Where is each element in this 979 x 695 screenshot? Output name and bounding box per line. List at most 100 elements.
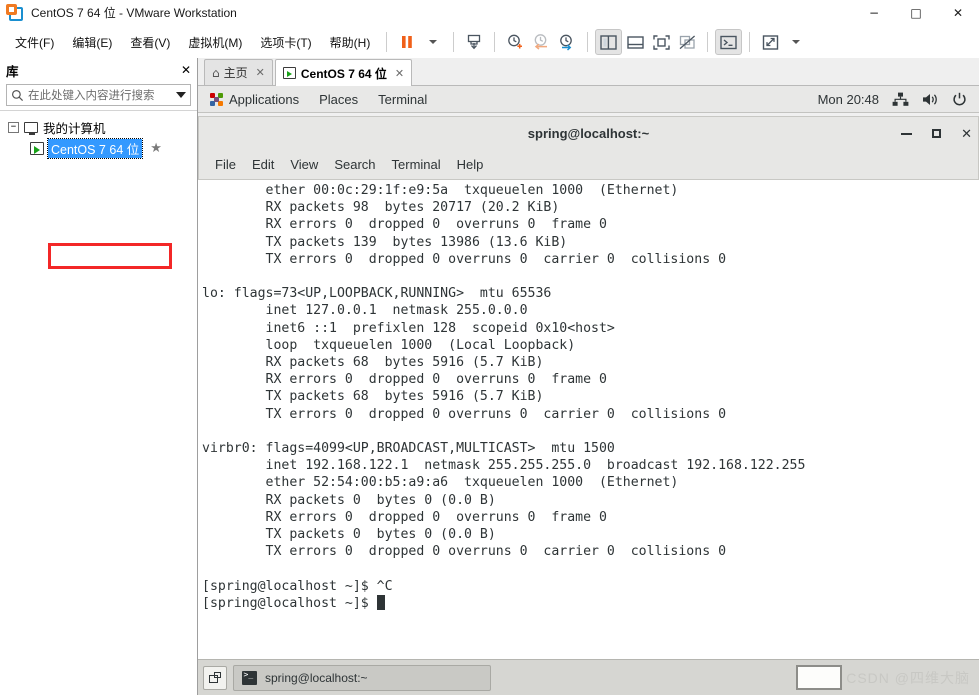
snapshot-manager-button[interactable] (554, 29, 580, 55)
title-bar: CentOS 7 64 位 - VMware Workstation − □ ✕ (0, 0, 979, 26)
terminal-menu-edit[interactable]: Edit (244, 157, 282, 172)
pause-icon (402, 36, 413, 48)
toolbar-separator (453, 32, 455, 52)
library-title: 库 (6, 64, 19, 79)
library-sidebar: 库 ✕ 在此处键入内容进行搜索 − 我的计算机 CentOS 7 64 位 ★ (0, 58, 198, 695)
console-view-button[interactable] (715, 29, 743, 55)
close-icon[interactable]: ✕ (256, 66, 265, 79)
terminal-menu-view[interactable]: View (282, 157, 326, 172)
stretch-dropdown[interactable] (783, 29, 809, 55)
panel-terminal-label[interactable]: Terminal (368, 92, 437, 107)
terminal-title-bar: spring@localhost:~ ✕ (198, 116, 979, 150)
snapshot-button[interactable] (461, 29, 487, 55)
menu-file[interactable]: 文件(F) (6, 30, 63, 55)
show-library-button[interactable] (595, 29, 623, 55)
clock-back-icon (534, 34, 548, 50)
menu-edit[interactable]: 编辑(E) (63, 30, 121, 55)
sidebar-panel-icon (600, 34, 618, 50)
vm-icon (282, 67, 296, 79)
workspace-switcher-icon[interactable] (203, 665, 227, 690)
console-prompt-icon (720, 35, 738, 49)
stretch-guest-button[interactable] (757, 29, 783, 55)
applications-icon (210, 92, 223, 106)
window-title: CentOS 7 64 位 - VMware Workstation (31, 6, 237, 20)
terminal-maximize-button[interactable] (932, 129, 942, 138)
revert-snapshot-button[interactable] (528, 29, 554, 55)
tab-strip: ⌂ 主页 ✕ CentOS 7 64 位 ✕ (198, 58, 979, 86)
terminal-menu-file[interactable]: File (207, 157, 244, 172)
vm-tree: − 我的计算机 CentOS 7 64 位 ★ (0, 110, 197, 695)
maximize-button[interactable]: □ (895, 0, 937, 26)
close-icon[interactable]: ✕ (181, 63, 191, 77)
tab-label: 主页 (223, 66, 248, 80)
clock-plus-icon (508, 34, 523, 49)
volume-icon (923, 93, 937, 105)
toolbar-separator (749, 32, 751, 52)
terminal-output-area[interactable]: ether 00:0c:29:1f:e9:5a txqueuelen 1000 … (198, 180, 979, 659)
menu-vm[interactable]: 虚拟机(M) (179, 30, 251, 55)
tab-centos[interactable]: CentOS 7 64 位 ✕ (274, 59, 413, 86)
toolbar-separator (707, 32, 709, 52)
tab-home[interactable]: ⌂ 主页 ✕ (204, 59, 273, 85)
pause-button[interactable] (394, 29, 420, 55)
close-icon[interactable]: ✕ (395, 67, 404, 80)
tree-node-label: 我的计算机 (43, 122, 106, 136)
stretch-arrows-icon (762, 34, 779, 50)
expander-icon[interactable]: − (8, 122, 19, 133)
clock-manage-icon (560, 34, 573, 51)
terminal-menu-bar: File Edit View Search Terminal Help (198, 150, 979, 180)
power-icon (953, 92, 966, 105)
unity-mode-icon (679, 35, 695, 49)
search-placeholder: 在此处键入内容进行搜索 (28, 90, 155, 102)
panel-applications-menu[interactable]: Applications (206, 92, 309, 107)
menu-help[interactable]: 帮助(H) (321, 30, 380, 55)
thumbnail-bar-icon (627, 35, 644, 49)
taskbar-window-button[interactable]: spring@localhost:~ (233, 664, 491, 691)
taskbar-right-area: CSDN @四维大脑 (796, 665, 974, 690)
menu-view[interactable]: 查看(V) (121, 30, 179, 55)
close-button[interactable]: ✕ (937, 0, 979, 26)
toolbar-separator (386, 32, 388, 52)
panel-places-menu[interactable]: Places (309, 92, 368, 107)
tree-node-label: CentOS 7 64 位 (46, 138, 144, 159)
library-header: 库 ✕ (0, 58, 197, 82)
home-icon: ⌂ (212, 65, 220, 80)
take-snapshot-button[interactable] (502, 29, 528, 55)
terminal-close-button[interactable]: ✕ (961, 126, 972, 142)
terminal-menu-terminal[interactable]: Terminal (384, 157, 449, 172)
chevron-down-icon (429, 40, 438, 44)
fullscreen-icon (653, 34, 670, 50)
show-thumbnails-button[interactable] (622, 29, 648, 55)
panel-applications-label: Applications (229, 91, 300, 107)
vm-icon (30, 142, 44, 155)
terminal-menu-help[interactable]: Help (449, 157, 492, 172)
menu-toolbar: 文件(F) 编辑(E) 查看(V) 虚拟机(M) 选项卡(T) 帮助(H) (0, 26, 979, 58)
fullscreen-button[interactable] (648, 29, 674, 55)
chevron-down-icon[interactable] (176, 92, 186, 98)
panel-status-area: Mon 20:48 (818, 92, 971, 107)
chevron-down-icon (792, 40, 801, 44)
workspace-preview[interactable] (796, 665, 843, 690)
terminal-minimize-button[interactable] (901, 132, 913, 135)
panel-clock[interactable]: Mon 20:48 (818, 92, 879, 107)
network-icon (892, 92, 909, 106)
annotation-highlight-box (48, 243, 172, 269)
unity-mode-button[interactable] (674, 29, 700, 55)
terminal-menu-search[interactable]: Search (326, 157, 383, 172)
terminal-window-controls: ✕ (901, 126, 978, 142)
minimize-button[interactable]: − (853, 0, 895, 26)
terminal-title: spring@localhost:~ (527, 126, 650, 141)
tree-node-my-computer[interactable]: − 我的计算机 (0, 117, 197, 138)
window-controls: − □ ✕ (853, 0, 979, 26)
favorite-star-icon[interactable]: ★ (150, 141, 162, 156)
terminal-icon (242, 670, 257, 685)
watermark-text: CSDN @四维大脑 (846, 669, 970, 686)
search-icon (12, 89, 24, 101)
tree-node-centos[interactable]: CentOS 7 64 位 ★ (0, 138, 197, 159)
terminal-output-text: ether 00:0c:29:1f:e9:5a txqueuelen 1000 … (202, 183, 806, 611)
gnome-top-panel: Applications Places Terminal Mon 20:48 (198, 86, 979, 113)
snapshot-icon (468, 34, 481, 50)
power-dropdown[interactable] (420, 29, 446, 55)
search-input[interactable]: 在此处键入内容进行搜索 (6, 84, 191, 106)
menu-tabs[interactable]: 选项卡(T) (251, 30, 320, 55)
